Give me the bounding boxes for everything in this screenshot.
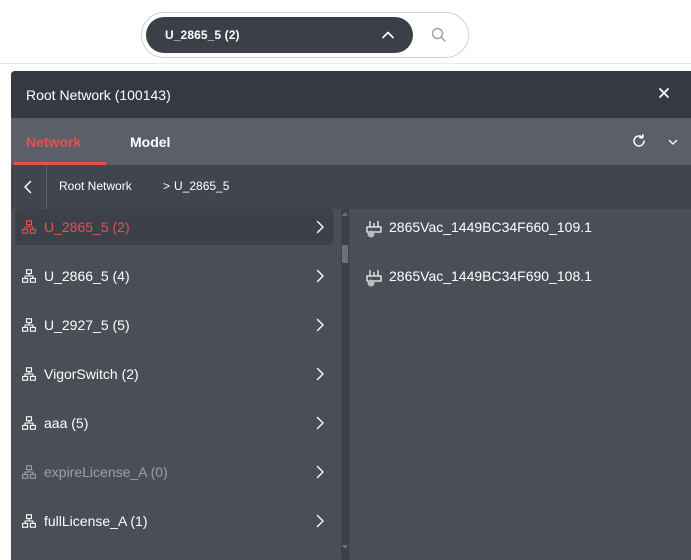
tab-network[interactable]: Network [26,134,81,150]
network-icon [22,514,36,528]
network-icon [22,220,36,234]
refresh-icon[interactable] [631,133,647,149]
router-icon [366,270,382,287]
network-panel: Root Network (100143) Network Model Root… [11,71,691,560]
network-label: VigorSwitch (2) [44,366,139,382]
chevron-right-icon[interactable] [315,318,325,332]
network-label: U_2865_5 (2) [44,219,130,235]
network-icon [22,367,36,381]
network-item[interactable]: U_2866_5 (4) [15,258,333,294]
breadcrumb-divider [46,165,47,209]
network-item[interactable]: expireLicense_A (0) [15,454,333,490]
panel-title: Root Network (100143) [26,87,171,103]
network-item[interactable]: fullLicense_A (1) [15,503,333,539]
network-label: expireLicense_A (0) [44,464,168,480]
panel-header: Root Network (100143) [11,71,691,118]
device-item[interactable]: 2865Vac_1449BC34F660_109.1 [365,209,685,245]
device-label: 2865Vac_1449BC34F690_108.1 [389,268,592,284]
scroll-up-icon[interactable] [342,212,348,216]
breadcrumb-separator: > [163,179,171,193]
close-icon[interactable] [656,85,672,101]
network-list-scrollbar[interactable] [341,209,349,560]
network-icon [22,318,36,332]
network-select[interactable]: U_2865_5 (2) [146,17,413,53]
scroll-thumb[interactable] [342,245,348,263]
network-search-box: U_2865_5 (2) [141,12,469,58]
chevron-down-icon[interactable] [667,136,679,148]
network-label: aaa (5) [44,415,89,431]
network-label: U_2866_5 (4) [44,268,130,284]
network-label: U_2927_5 (5) [44,317,130,333]
chevron-up-icon [382,31,394,39]
network-item[interactable]: U_2865_5 (2) [15,209,333,245]
chevron-right-icon[interactable] [315,269,325,283]
device-list: 2865Vac_1449BC34F660_109.1 2865Vac_1449B… [349,209,691,560]
top-bar: U_2865_5 (2) [0,0,691,70]
network-list: U_2865_5 (2) U_2866_5 (4) U_2927_5 (5) V… [11,209,339,560]
top-divider [0,63,691,64]
network-icon [22,465,36,479]
network-item[interactable]: U_2927_5 (5) [15,307,333,343]
chevron-right-icon[interactable] [315,416,325,430]
breadcrumb: Root Network > U_2865_5 [11,165,691,209]
network-select-value: U_2865_5 (2) [165,28,240,42]
network-icon [22,269,36,283]
network-item[interactable]: aaa (5) [15,405,333,441]
device-label: 2865Vac_1449BC34F660_109.1 [389,219,592,235]
network-label: fullLicense_A (1) [44,513,148,529]
chevron-right-icon[interactable] [315,514,325,528]
network-item[interactable]: VigorSwitch (2) [15,356,333,392]
back-arrow-icon[interactable] [21,179,35,195]
breadcrumb-root[interactable]: Root Network [59,179,132,193]
device-item[interactable]: 2865Vac_1449BC34F690_108.1 [365,258,685,294]
scroll-down-icon[interactable] [342,545,348,549]
tab-model[interactable]: Model [130,134,170,150]
chevron-right-icon[interactable] [315,367,325,381]
chevron-right-icon[interactable] [315,220,325,234]
network-icon [22,416,36,430]
search-icon[interactable] [430,26,448,44]
panel-tabs: Network Model [11,118,691,165]
breadcrumb-current: U_2865_5 [174,179,230,193]
router-icon [366,221,382,238]
chevron-right-icon[interactable] [315,465,325,479]
